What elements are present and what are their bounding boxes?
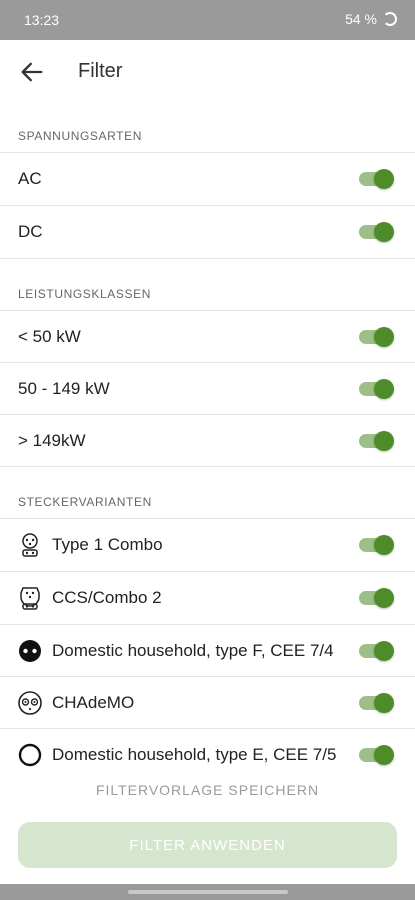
toggle-switch[interactable] [359, 535, 394, 555]
toggle-switch[interactable] [359, 588, 394, 608]
save-filter-template-button[interactable]: FILTERVORLAGE SPEICHERN [0, 782, 415, 798]
type1-combo-icon [22, 533, 38, 557]
divider [0, 466, 415, 467]
section-header-voltage: SPANNUNGSARTEN [18, 129, 142, 143]
back-arrow-icon[interactable] [18, 58, 46, 86]
status-time: 13:23 [24, 12, 60, 28]
section-header-plugs: STECKERVARIANTEN [18, 495, 152, 509]
section-header-power: LEISTUNGSKLASSEN [18, 287, 151, 301]
filter-row-chademo[interactable]: CHAdeMO [0, 677, 415, 729]
toggle-switch[interactable] [359, 169, 394, 189]
filter-row-type1-combo[interactable]: Type 1 Combo [0, 519, 415, 571]
toggle-switch[interactable] [359, 431, 394, 451]
filter-label: < 50 kW [18, 327, 81, 346]
filter-label: Type 1 Combo [52, 535, 163, 554]
ccs-combo2-icon [20, 587, 40, 610]
apply-filter-button[interactable]: FILTER ANWENDEN [18, 822, 397, 868]
gesture-handle[interactable] [128, 890, 288, 894]
chademo-icon [18, 691, 42, 715]
toggle-switch[interactable] [359, 693, 394, 713]
battery-icon [383, 12, 397, 26]
toggle-switch[interactable] [359, 379, 394, 399]
toggle-switch[interactable] [359, 745, 394, 765]
filter-row-ac[interactable]: AC [0, 153, 415, 205]
filter-row-power-gt149[interactable]: > 149kW [0, 415, 415, 467]
status-bar: 13:23 54 % [0, 0, 415, 40]
divider [0, 258, 415, 259]
app-bar: Filter [0, 40, 415, 104]
filter-row-power-lt50[interactable]: < 50 kW [0, 311, 415, 363]
filter-label: DC [18, 222, 43, 241]
filter-label: 50 - 149 kW [18, 379, 110, 398]
page-title: Filter [78, 60, 123, 82]
filter-label: > 149kW [18, 431, 86, 450]
filter-row-ccs-combo2[interactable]: CCS/Combo 2 [0, 572, 415, 624]
filter-label: Domestic household, type E, CEE 7/5 [52, 745, 337, 764]
filter-row-type-f[interactable]: Domestic household, type F, CEE 7/4 [0, 625, 415, 677]
toggle-switch[interactable] [359, 222, 394, 242]
filter-row-type-e[interactable]: Domestic household, type E, CEE 7/5 [0, 729, 415, 781]
schuko-plug-icon [19, 640, 41, 662]
filter-label: CHAdeMO [52, 693, 135, 712]
filter-row-power-50-149[interactable]: 50 - 149 kW [0, 363, 415, 415]
battery-level: 54 % [345, 11, 377, 27]
toggle-switch[interactable] [359, 327, 394, 347]
filter-label: Domestic household, type F, CEE 7/4 [52, 641, 334, 660]
toggle-switch[interactable] [359, 641, 394, 661]
type-e-plug-icon [18, 743, 42, 767]
filter-row-dc[interactable]: DC [0, 206, 415, 258]
filter-label: CCS/Combo 2 [52, 588, 162, 607]
system-nav-bar [0, 884, 415, 900]
filter-label: AC [18, 169, 42, 188]
battery-indicator: 54 % [345, 11, 397, 27]
